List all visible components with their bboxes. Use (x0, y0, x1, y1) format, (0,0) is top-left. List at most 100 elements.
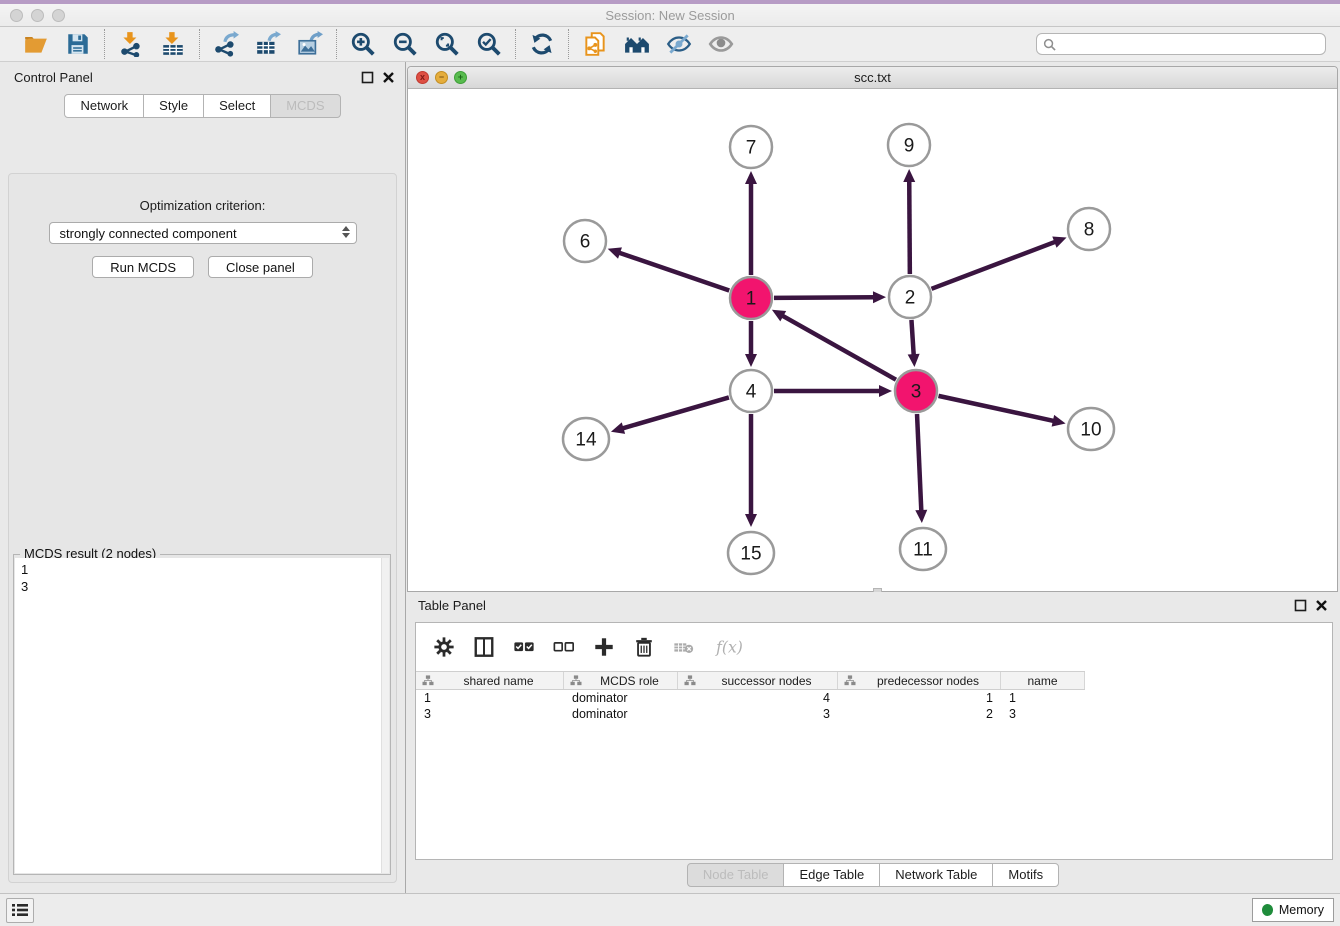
hide-eye-icon[interactable] (666, 31, 692, 57)
search-icon (1043, 38, 1056, 51)
graph-node-7[interactable]: 7 (730, 126, 772, 168)
memory-button[interactable]: Memory (1252, 898, 1334, 922)
run-mcds-button[interactable]: Run MCDS (92, 256, 194, 278)
table-panel: Table Panel f(x) (406, 592, 1340, 893)
table-cell: 3 (1001, 707, 1085, 721)
table-cell: 1 (838, 691, 1001, 705)
zoom-fit-icon[interactable] (434, 31, 460, 57)
tab-network-table[interactable]: Network Table (879, 863, 993, 887)
float-panel-icon[interactable] (361, 71, 374, 84)
home-icon[interactable] (624, 31, 650, 57)
add-icon[interactable] (593, 636, 615, 658)
open-session-icon[interactable] (23, 31, 49, 57)
zoom-in-icon[interactable] (350, 31, 376, 57)
sort-icon (570, 675, 582, 686)
edge-arrowhead (1052, 237, 1066, 248)
close-panel-icon[interactable] (1315, 599, 1328, 612)
select-all-icon[interactable] (513, 636, 535, 658)
close-panel-button[interactable]: Close panel (208, 256, 313, 278)
criterion-dropdown[interactable]: strongly connected component (49, 222, 357, 244)
function-builder-icon[interactable]: f(x) (713, 636, 745, 658)
svg-text:f(x): f(x) (715, 639, 743, 657)
network-canvas[interactable]: 7 9 6 8 1 2 4 3 14 10 15 11 (408, 89, 1337, 591)
graph-node-9[interactable]: 9 (888, 124, 930, 166)
clone-network-icon[interactable] (582, 31, 608, 57)
tab-node-table[interactable]: Node Table (687, 863, 785, 887)
column-header-MCDS-role[interactable]: MCDS role (564, 672, 678, 689)
zoom-selected-icon[interactable] (476, 31, 502, 57)
tab-network[interactable]: Network (64, 94, 144, 118)
sort-icon (684, 675, 696, 686)
graph-edge-2-8[interactable] (932, 241, 1057, 288)
edge-arrowhead (1052, 415, 1066, 427)
table-panel-tabs: Node TableEdge TableNetwork TableMotifs (406, 863, 1340, 887)
float-panel-icon[interactable] (1294, 599, 1307, 612)
zoom-out-icon[interactable] (392, 31, 418, 57)
deselect-all-icon[interactable] (553, 636, 575, 658)
graph-node-1[interactable]: 1 (730, 277, 772, 319)
node-label: 4 (746, 382, 757, 403)
tab-select[interactable]: Select (203, 94, 271, 118)
delete-icon[interactable] (633, 636, 655, 658)
edge-arrowhead (745, 354, 757, 367)
node-label: 14 (575, 430, 597, 451)
columns-icon[interactable] (473, 636, 495, 658)
table-cell: 3 (416, 707, 564, 721)
search-field[interactable] (1036, 33, 1326, 55)
graph-edge-1-6[interactable] (618, 252, 729, 290)
table-row[interactable]: 3dominator323 (416, 706, 1332, 722)
graph-node-15[interactable]: 15 (728, 532, 774, 574)
refresh-layout-icon[interactable] (529, 31, 555, 57)
task-list-button[interactable] (6, 898, 34, 923)
graph-edge-1-2[interactable] (774, 297, 875, 298)
tab-motifs[interactable]: Motifs (992, 863, 1059, 887)
table-cell: 1 (1001, 691, 1085, 705)
graph-node-8[interactable]: 8 (1068, 208, 1110, 250)
search-input[interactable] (1060, 37, 1319, 51)
graph-edge-2-3[interactable] (911, 320, 913, 356)
delete-table-icon[interactable] (673, 636, 695, 658)
import-table-icon[interactable] (160, 31, 186, 57)
import-network-icon[interactable] (118, 31, 144, 57)
graph-edge-2-9[interactable] (909, 180, 910, 274)
export-table-icon[interactable] (255, 31, 281, 57)
edge-arrowhead (915, 510, 927, 523)
graph-node-6[interactable]: 6 (564, 220, 606, 262)
network-titlebar[interactable]: x − + scc.txt (408, 67, 1337, 89)
graph-node-14[interactable]: 14 (563, 418, 609, 460)
tab-edge-table[interactable]: Edge Table (783, 863, 880, 887)
graph-edge-3-10[interactable] (938, 396, 1054, 421)
edge-arrowhead (745, 514, 757, 527)
show-eye-icon[interactable] (708, 31, 734, 57)
node-label: 15 (740, 544, 761, 565)
tab-style[interactable]: Style (143, 94, 204, 118)
export-network-icon[interactable] (213, 31, 239, 57)
column-header-shared-name[interactable]: shared name (416, 672, 564, 689)
table-row[interactable]: 1dominator411 (416, 690, 1332, 706)
sort-icon (422, 675, 434, 686)
table-body: 1dominator4113dominator323 (416, 690, 1332, 722)
optimization-criterion-label: Optimization criterion: (9, 198, 396, 213)
edge-arrowhead (608, 247, 622, 258)
graph-node-4[interactable]: 4 (730, 370, 772, 412)
mcds-result-box: MCDS result (2 nodes) 1 3 (13, 554, 391, 875)
column-header-predecessor-nodes[interactable]: predecessor nodes (838, 672, 1001, 689)
tab-mcds[interactable]: MCDS (270, 94, 340, 118)
graph-node-11[interactable]: 11 (900, 528, 946, 570)
gear-icon[interactable] (433, 636, 455, 658)
graph-edge-4-14[interactable] (622, 397, 729, 428)
export-image-icon[interactable] (297, 31, 323, 57)
graph-node-2[interactable]: 2 (889, 276, 931, 318)
column-header-name[interactable]: name (1001, 672, 1085, 689)
save-session-icon[interactable] (65, 31, 91, 57)
node-label: 11 (913, 540, 933, 561)
graph-node-10[interactable]: 10 (1068, 408, 1114, 450)
graph-node-3[interactable]: 3 (895, 370, 937, 412)
column-header-successor-nodes[interactable]: successor nodes (678, 672, 838, 689)
result-scrollbar[interactable] (381, 558, 389, 873)
mcds-result-text[interactable]: 1 3 (15, 558, 381, 873)
network-graph[interactable]: 7 9 6 8 1 2 4 3 14 10 15 11 (408, 89, 1337, 591)
graph-edge-3-11[interactable] (917, 414, 921, 512)
graph-edge-3-1[interactable] (781, 315, 895, 380)
close-panel-icon[interactable] (382, 71, 395, 84)
